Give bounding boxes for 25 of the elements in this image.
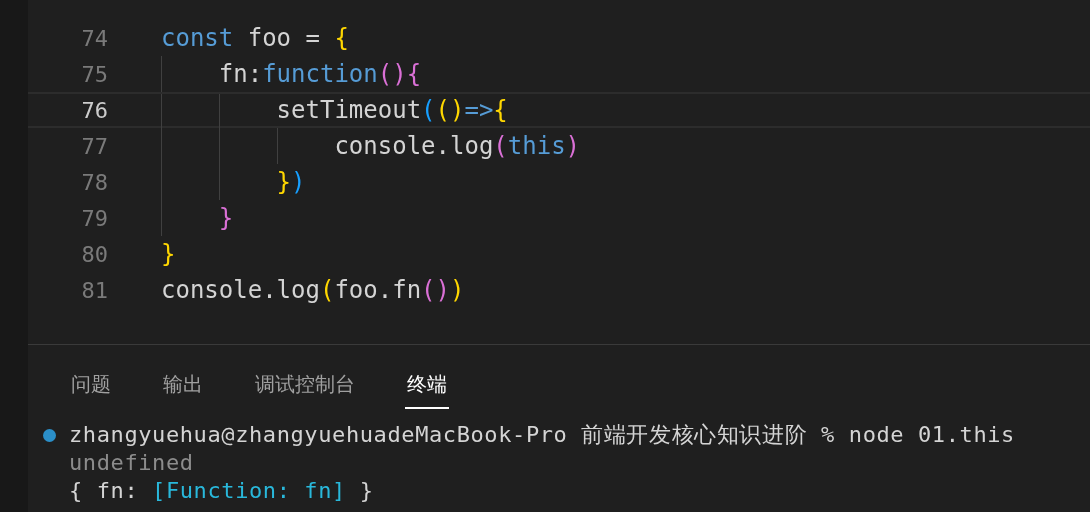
indent-guide (277, 128, 278, 164)
line-number: 80 (80, 240, 108, 269)
panel-tab[interactable]: 调试控制台 (253, 369, 357, 409)
indent-guide (161, 56, 162, 92)
panel-tab[interactable]: 终端 (405, 369, 449, 409)
line-number: 74 (80, 24, 108, 53)
line-number: 79 (80, 204, 108, 233)
line-number: 78 (80, 168, 108, 197)
line-number: 76 (80, 96, 108, 125)
code-line: console.log(foo.fn()) (161, 275, 465, 306)
code-line: } (218, 203, 234, 234)
line-number: 75 (80, 60, 108, 89)
code-line: setTimeout(()=>{ (276, 95, 508, 126)
panel-tab[interactable]: 输出 (161, 369, 205, 409)
panel-tab[interactable]: 问题 (69, 369, 113, 409)
code-line: console.log(this) (334, 131, 581, 162)
code-line: fn:function(){ (218, 59, 422, 90)
code-line: } (161, 239, 176, 270)
terminal-output: { fn: [Function: fn] } (69, 477, 374, 505)
code-line: }) (276, 167, 306, 198)
line-number: 77 (80, 132, 108, 161)
code-line: const foo = { (161, 23, 349, 54)
terminal-command: zhangyuehua@zhangyuehuadeMacBook-Pro 前端开发核心知识进阶 % node 01.this (69, 421, 1015, 449)
terminal-output: undefined (69, 449, 194, 477)
line-number: 81 (80, 276, 108, 305)
